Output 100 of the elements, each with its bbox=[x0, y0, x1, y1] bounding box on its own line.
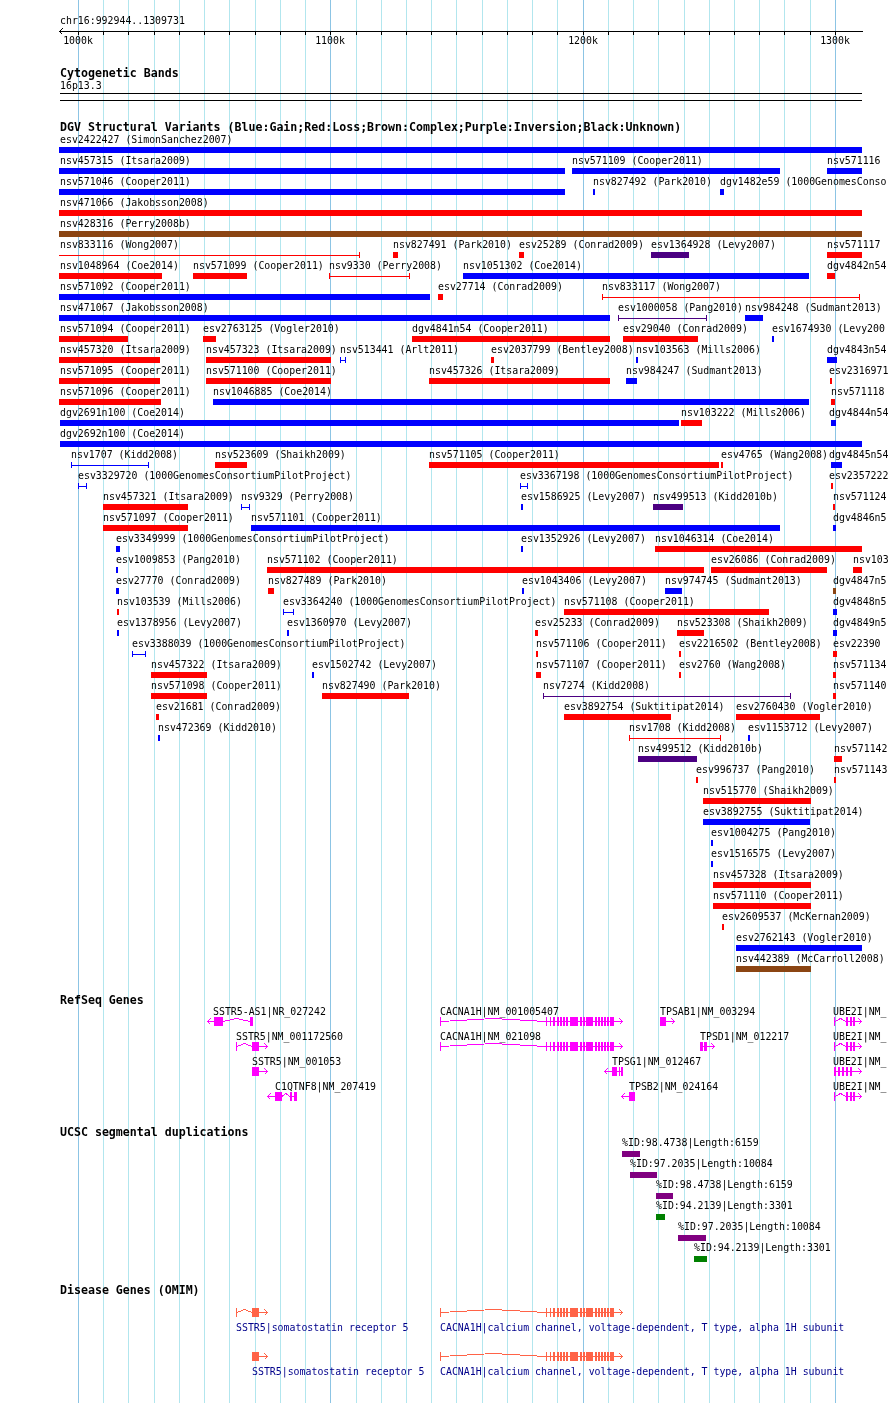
variant-label: nsv571098 (Cooper2011) bbox=[151, 680, 282, 692]
ruler-tick-label: 1300k bbox=[820, 35, 850, 46]
variant-label: nsv523609 (Shaikh2009) bbox=[215, 449, 346, 461]
variant-label: dgv4843n54 bbox=[827, 344, 887, 356]
variant-label: esv1674930 (Levy200 bbox=[772, 323, 885, 335]
duplication-label: %ID:97.2035|Length:10084 bbox=[630, 1158, 773, 1170]
cytoband-label: 16p13.3 bbox=[60, 80, 102, 92]
variant-label: esv2760430 (Vogler2010) bbox=[736, 701, 873, 713]
variant-label: nsv571101 (Cooper2011) bbox=[251, 512, 382, 524]
track-title: UCSC segmental duplications bbox=[60, 1125, 249, 1139]
variant-label: nsv9330 (Perry2008) bbox=[329, 260, 442, 272]
variant-label: nsv571094 (Cooper2011) bbox=[60, 323, 191, 335]
ruler-tick-label: 1200k bbox=[568, 35, 598, 46]
variant-label: esv3329720 (1000GenomesConsortiumPilotProject) bbox=[78, 470, 352, 482]
variant-label: esv2316971 bbox=[829, 365, 889, 377]
track-title: Cytogenetic Bands bbox=[60, 66, 179, 80]
gene-label: TPSAB1|NM_003294 bbox=[660, 1006, 756, 1018]
variant-label: dgv1482e59 (1000GenomesConso bbox=[720, 176, 887, 188]
variant-label: esv1516575 (Levy2007) bbox=[711, 848, 836, 860]
variant-label: dgv4847n5 bbox=[833, 575, 887, 587]
variant-label: esv29040 (Conrad2009) bbox=[623, 323, 748, 335]
variant-label: esv1000058 (Pang2010) bbox=[618, 302, 743, 314]
variant-label: nsv571118 bbox=[831, 386, 885, 398]
ruler-tick-label: 1000k bbox=[63, 35, 93, 46]
variant-label: nsv457328 (Itsara2009) bbox=[713, 869, 844, 881]
variant-label: nsv1051302 (Coe2014) bbox=[463, 260, 582, 272]
variant-label: esv25289 (Conrad2009) bbox=[519, 239, 644, 251]
variant-label: nsv523308 (Shaikh2009) bbox=[677, 617, 808, 629]
gene-label: CACNA1H|NM_021098 bbox=[440, 1031, 542, 1043]
variant-label: nsv571110 (Cooper2011) bbox=[713, 890, 844, 902]
disease-gene-link[interactable]: CACNA1H|calcium channel, voltage-dependent, T type, alpha 1H subunit bbox=[440, 1322, 845, 1334]
variant-label: esv3892755 (Suktitipat2014) bbox=[703, 806, 864, 818]
variant-label: nsv457326 (Itsara2009) bbox=[429, 365, 560, 377]
variant-label: esv1004275 (Pang2010) bbox=[711, 827, 836, 839]
variant-label: nsv833116 (Wong2007) bbox=[60, 239, 179, 251]
variant-label: esv996737 (Pang2010) bbox=[696, 764, 815, 776]
variant-label: nsv1707 (Kidd2008) bbox=[71, 449, 178, 461]
variant-label: nsv457321 (Itsara2009) bbox=[103, 491, 234, 503]
variant-label: nsv571140 bbox=[833, 680, 887, 692]
gene-label: TPSB2|NM_024164 bbox=[629, 1081, 719, 1093]
disease-gene-link[interactable]: SSTR5|somatostatin receptor 5 bbox=[236, 1322, 409, 1334]
variant-label: nsv471067 (Jakobsson2008) bbox=[60, 302, 209, 314]
variant-label: nsv103539 (Mills2006) bbox=[117, 596, 242, 608]
track-title: DGV Structural Variants (Blue:Gain;Red:Loss;Brown:Complex;Purple:Inversion;Black:Unknown) bbox=[60, 120, 682, 134]
track-title: RefSeq Genes bbox=[60, 993, 144, 1007]
disease-gene-link[interactable]: CACNA1H|calcium channel, voltage-dependent, T type, alpha 1H subunit bbox=[440, 1366, 845, 1378]
variant-label: esv4765 (Wang2008) bbox=[721, 449, 828, 461]
gene-label: SSTR5-AS1|NR_027242 bbox=[213, 1006, 326, 1018]
variant-label: esv2609537 (McKernan2009) bbox=[722, 911, 871, 923]
variant-label: nsv827491 (Park2010) bbox=[393, 239, 512, 251]
variant-label: esv2422427 (SimonSanchez2007) bbox=[60, 134, 233, 146]
variant-label: esv2762143 (Vogler2010) bbox=[736, 932, 873, 944]
variant-label: esv2357222 bbox=[829, 470, 889, 482]
variant-label: nsv103222 (Mills2006) bbox=[681, 407, 806, 419]
variant-label: dgv2691n100 (Coe2014) bbox=[60, 407, 185, 419]
variant-label: nsv471066 (Jakobsson2008) bbox=[60, 197, 209, 209]
variant-label: nsv428316 (Perry2008b) bbox=[60, 218, 191, 230]
variant-label: nsv571097 (Cooper2011) bbox=[103, 512, 234, 524]
duplication-label: %ID:94.2139|Length:3301 bbox=[694, 1242, 831, 1254]
variant-label: nsv571106 (Cooper2011) bbox=[536, 638, 667, 650]
variant-label: esv3349999 (1000GenomesConsortiumPilotProject) bbox=[116, 533, 390, 545]
track-title: Disease Genes (OMIM) bbox=[60, 1283, 200, 1297]
variant-label: nsv1048964 (Coe2014) bbox=[60, 260, 179, 272]
gene-label: SSTR5|NM_001053 bbox=[252, 1056, 342, 1068]
variant-label: nsv827490 (Park2010) bbox=[322, 680, 441, 692]
variant-label: nsv571117 bbox=[827, 239, 881, 251]
duplication-label: %ID:98.4738|Length:6159 bbox=[622, 1137, 759, 1149]
variant-label: esv26086 (Conrad2009) bbox=[711, 554, 836, 566]
variant-label: nsv1046885 (Coe2014) bbox=[213, 386, 332, 398]
variant-label: esv27770 (Conrad2009) bbox=[116, 575, 241, 587]
variant-label: dgv4849n5 bbox=[833, 617, 887, 629]
variant-label: nsv571102 (Cooper2011) bbox=[267, 554, 398, 566]
variant-label: nsv571124 bbox=[833, 491, 887, 503]
variant-label: nsv571134 bbox=[833, 659, 887, 671]
variant-label: nsv499513 (Kidd2010b) bbox=[653, 491, 778, 503]
variant-label: nsv457323 (Itsara2009) bbox=[206, 344, 337, 356]
variant-label: nsv457320 (Itsara2009) bbox=[60, 344, 191, 356]
gene-label: SSTR5|NM_001172560 bbox=[236, 1031, 343, 1043]
variant-label: esv3364240 (1000GenomesConsortiumPilotProject) bbox=[283, 596, 557, 608]
variant-label: esv3892754 (Suktitipat2014) bbox=[564, 701, 725, 713]
duplication-label: %ID:97.2035|Length:10084 bbox=[678, 1221, 821, 1233]
variant-label: esv1009853 (Pang2010) bbox=[116, 554, 241, 566]
variant-label: nsv571100 (Cooper2011) bbox=[206, 365, 337, 377]
variant-label: dgv4845n54 bbox=[829, 449, 889, 461]
variant-label: nsv515770 (Shaikh2009) bbox=[703, 785, 834, 797]
variant-label: nsv571107 (Cooper2011) bbox=[536, 659, 667, 671]
ruler-tick-label: 1100k bbox=[315, 35, 345, 46]
variant-label: esv21681 (Conrad2009) bbox=[156, 701, 281, 713]
variant-label: dgv4842n54 bbox=[827, 260, 887, 272]
duplication-label: %ID:98.4738|Length:6159 bbox=[656, 1179, 793, 1191]
gene-label: UBE2I|NM_ bbox=[833, 1006, 887, 1018]
variant-label: esv1043406 (Levy2007) bbox=[522, 575, 647, 587]
variant-label: esv25233 (Conrad2009) bbox=[535, 617, 660, 629]
variant-label: nsv7274 (Kidd2008) bbox=[543, 680, 650, 692]
variant-label: esv1352926 (Levy2007) bbox=[521, 533, 646, 545]
variant-label: nsv984248 (Sudmant2013) bbox=[745, 302, 882, 314]
variant-label: nsv571046 (Cooper2011) bbox=[60, 176, 191, 188]
variant-label: nsv103 bbox=[853, 554, 889, 566]
disease-gene-link[interactable]: SSTR5|somatostatin receptor 5 bbox=[252, 1366, 425, 1378]
gene-label: TPSG1|NM_012467 bbox=[612, 1056, 702, 1068]
